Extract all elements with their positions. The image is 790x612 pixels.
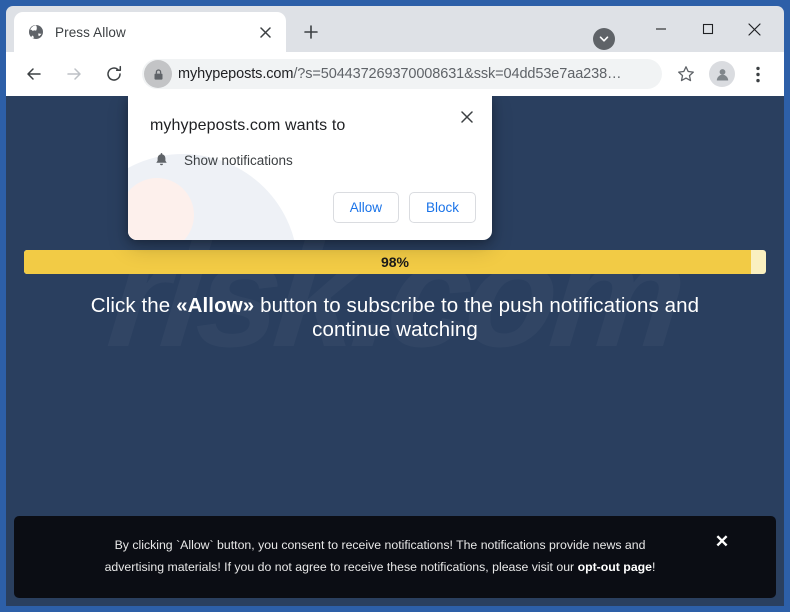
back-arrow-icon[interactable] — [19, 59, 49, 89]
consent-line-2-after: ! — [652, 560, 656, 574]
bell-icon — [150, 149, 172, 171]
tab-strip: Press Allow — [6, 6, 784, 52]
permission-label: Show notifications — [184, 152, 293, 168]
headline-before: Click the — [90, 294, 177, 317]
consent-line-1: By clicking `Allow` button, you consent … — [114, 538, 646, 553]
headline-emphasis: «Allow» — [176, 294, 255, 317]
minimize-button[interactable] — [637, 12, 684, 46]
url-path: /?s=504437269370008631&ssk=04dd53e7aa238… — [293, 66, 622, 82]
star-icon[interactable] — [671, 59, 701, 89]
consent-banner-text: By clicking `Allow` button, you consent … — [14, 535, 776, 578]
headline-after: button to subscribe to the push notifica… — [254, 294, 700, 342]
three-dot-menu-icon[interactable] — [743, 59, 773, 89]
tab-search-button[interactable] — [593, 28, 615, 50]
notification-permission-dialog: myhypeposts.com wants to Show notificati… — [128, 96, 492, 240]
opt-out-link[interactable]: opt-out page — [578, 560, 652, 574]
dialog-actions: Allow Block — [332, 192, 476, 223]
avatar — [709, 61, 735, 87]
consent-banner-close-button[interactable]: ✕ — [710, 530, 734, 554]
consent-banner: By clicking `Allow` button, you consent … — [14, 516, 776, 598]
browser-tab[interactable]: Press Allow — [14, 12, 286, 52]
lock-icon — [144, 60, 172, 88]
tab-title: Press Allow — [55, 24, 126, 40]
dialog-close-icon[interactable] — [454, 104, 480, 130]
forward-arrow-icon — [59, 59, 89, 89]
consent-line-2-before: advertising materials! If you do not agr… — [104, 560, 578, 574]
tab-close-icon[interactable] — [254, 21, 276, 43]
profile-avatar-icon[interactable] — [707, 59, 737, 89]
page-headline: Click the «Allow» button to subscribe to… — [56, 294, 734, 342]
decorative-pink-circle — [128, 178, 194, 240]
address-bar[interactable]: myhypeposts.com/?s=504437269370008631&ss… — [142, 59, 662, 89]
globe-icon — [27, 24, 44, 41]
new-tab-button[interactable] — [296, 17, 326, 47]
page-viewport: risk.com 98% Click the «Allow» button to… — [6, 96, 784, 606]
progress-bar-label: 98% — [380, 254, 410, 270]
allow-button[interactable]: Allow — [332, 192, 399, 223]
permission-row: Show notifications — [150, 149, 293, 171]
reload-icon[interactable] — [99, 59, 129, 89]
browser-window: Press Allow myhypeposts.com/?s=504437269… — [0, 0, 790, 612]
window-controls — [637, 12, 778, 46]
url-host: myhypeposts.com — [178, 66, 294, 82]
progress-bar: 98% — [24, 250, 766, 274]
block-button[interactable]: Block — [408, 192, 476, 223]
maximize-button[interactable] — [684, 12, 731, 46]
browser-toolbar: myhypeposts.com/?s=504437269370008631&ss… — [6, 52, 784, 96]
dialog-title: myhypeposts.com wants to — [150, 117, 346, 134]
close-window-button[interactable] — [731, 12, 778, 46]
address-bar-url: myhypeposts.com/?s=504437269370008631&ss… — [178, 66, 662, 82]
